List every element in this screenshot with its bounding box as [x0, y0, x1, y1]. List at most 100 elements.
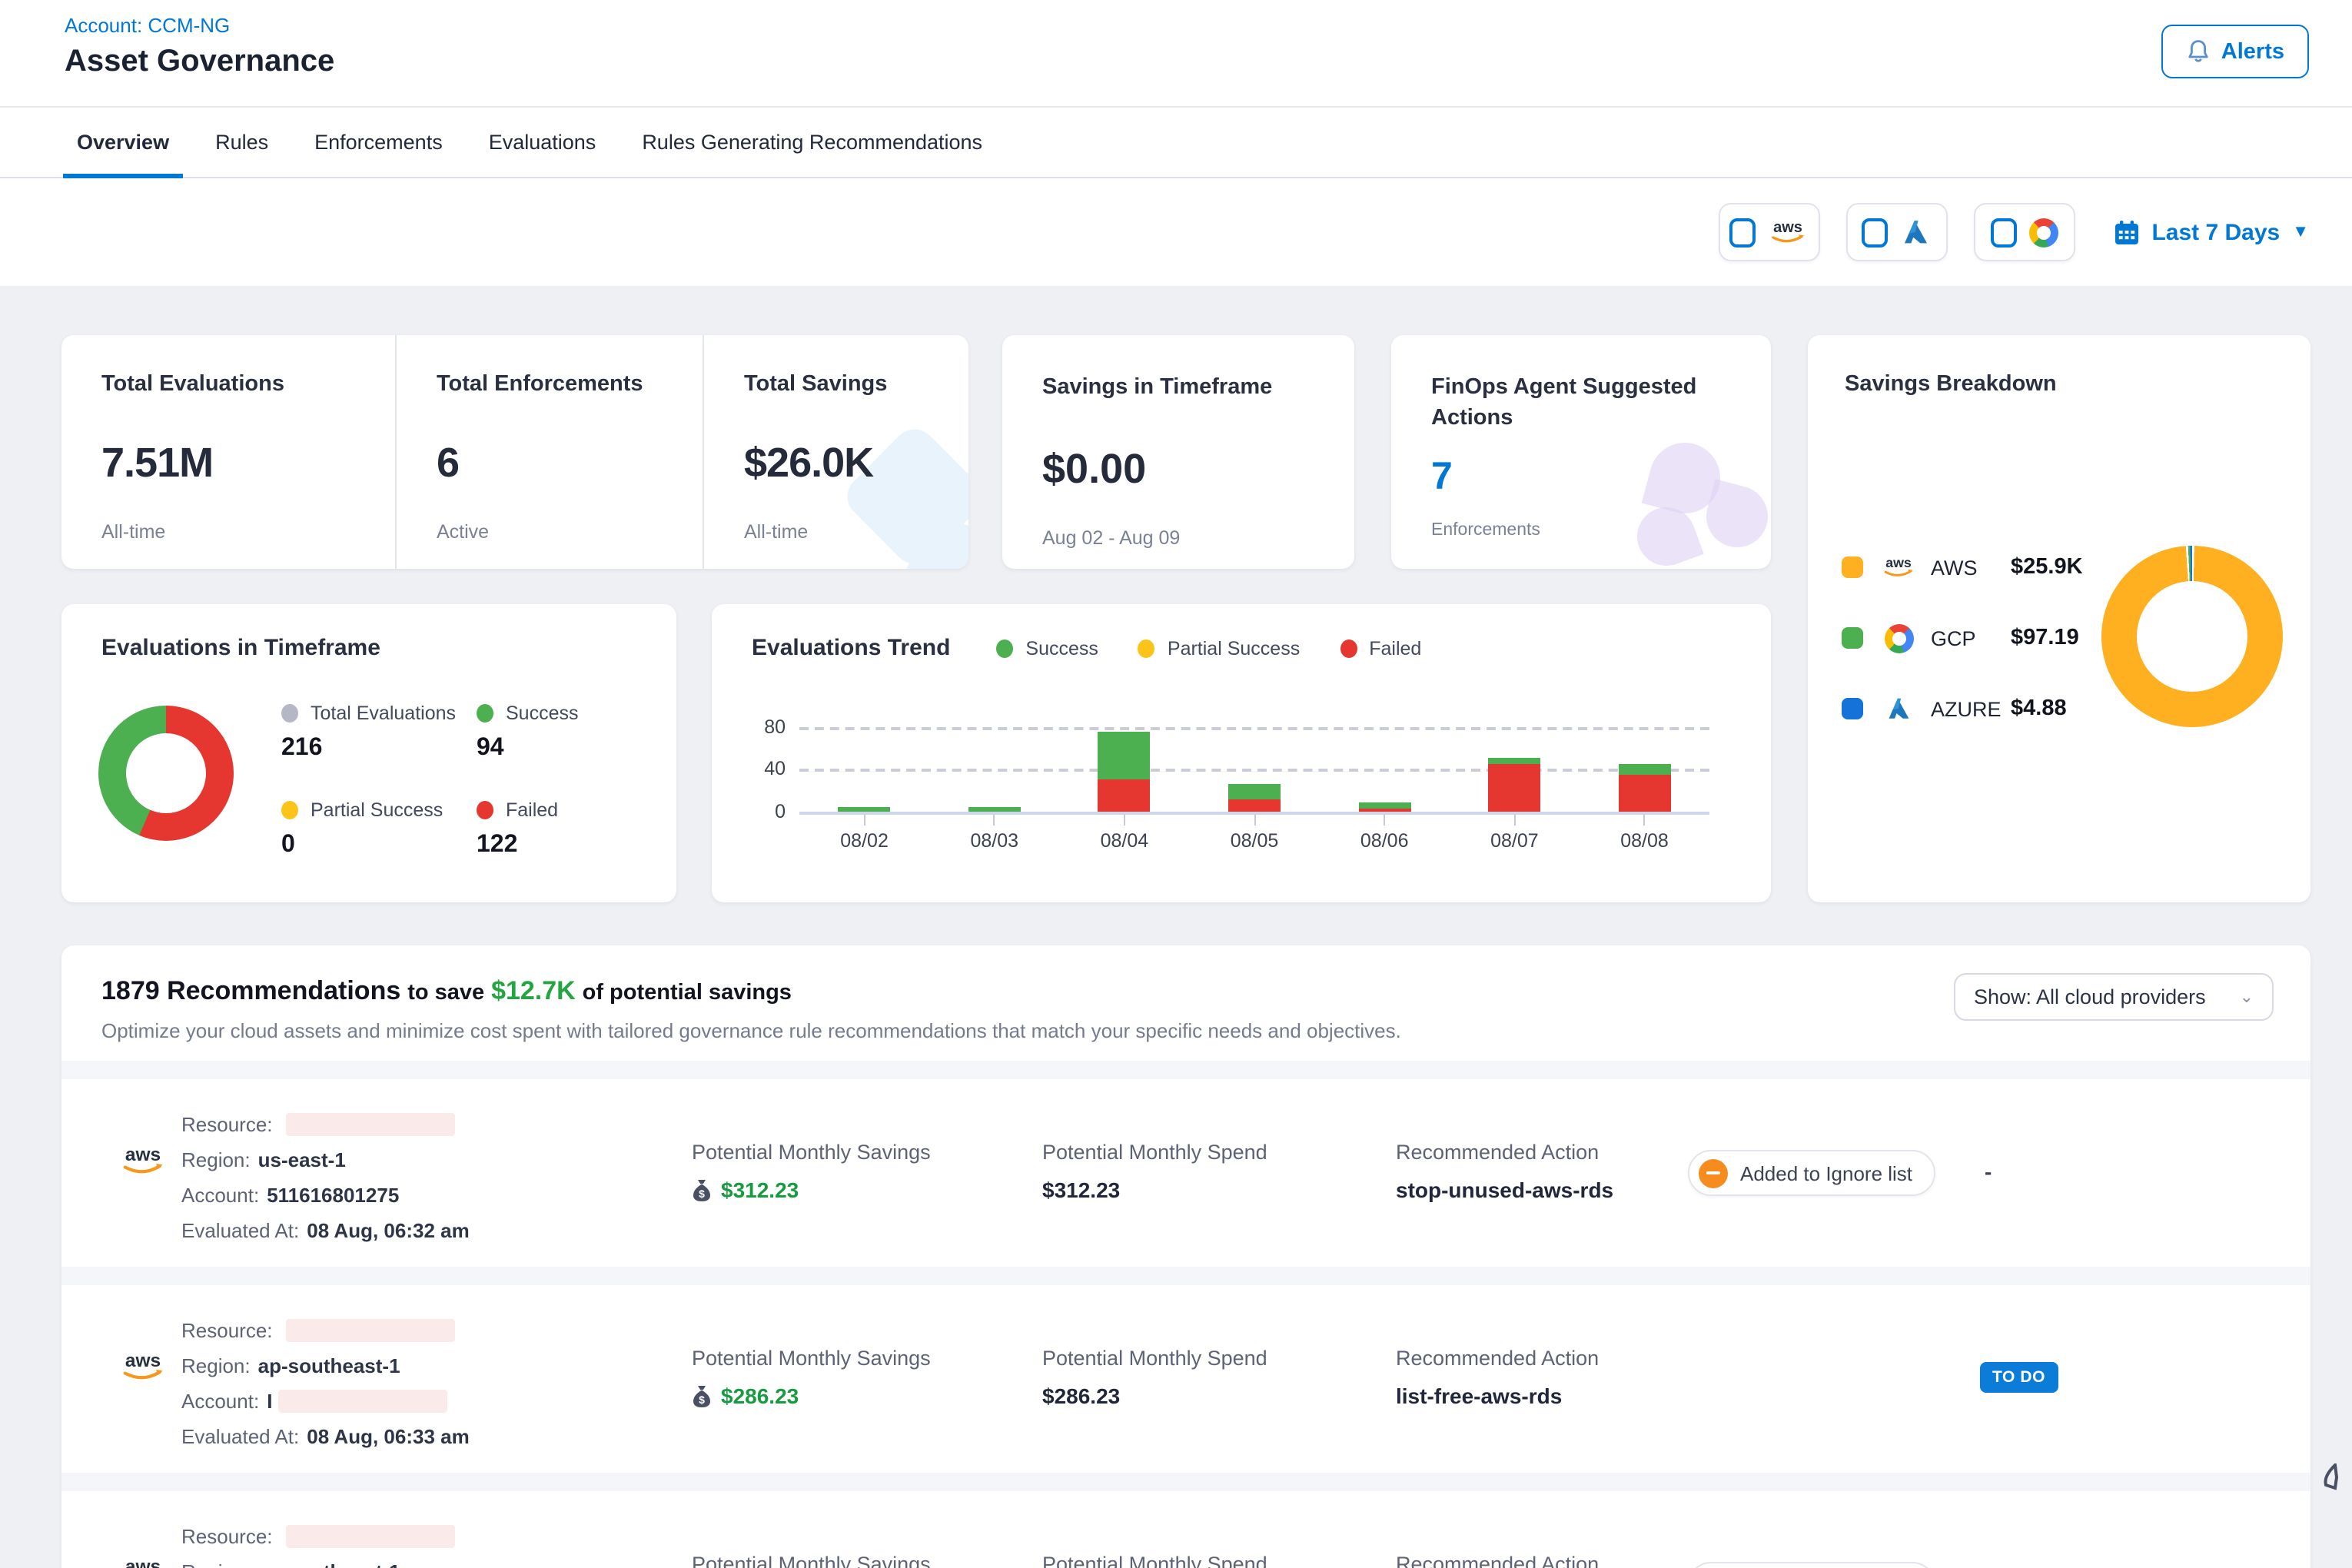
chevron-down-icon: ⌄: [2240, 987, 2254, 1007]
legend-total-evaluations: Total Evaluations 216: [281, 703, 456, 762]
page-title: Asset Governance: [65, 45, 334, 80]
legend-dot: [477, 801, 493, 819]
bar-segment-success: [839, 806, 891, 812]
evaluated-at-value: 08 Aug, 06:32 am: [307, 1219, 469, 1242]
savings-breakdown-card: Savings Breakdown aws AWS $25.9K GCP: [1808, 335, 2310, 902]
action-value: stop-unused-aws-rds: [1396, 1178, 1613, 1202]
tab-rules-generating-recommendations[interactable]: Rules Generating Recommendations: [642, 108, 982, 177]
bar-segment-failed: [1488, 765, 1540, 812]
money-bag-icon: $: [692, 1384, 712, 1407]
card-title: Evaluations in Timeframe: [61, 604, 676, 661]
recommended-action: Recommended Action stop-unused-aws-rds: [1396, 1553, 1613, 1568]
tab-evaluations[interactable]: Evaluations: [489, 108, 596, 177]
svg-text:aws: aws: [125, 1556, 161, 1568]
recommendations-card: 1879 Recommendations to save $12.7K of p…: [61, 945, 2310, 1568]
card-title: Savings Breakdown: [1808, 335, 2310, 397]
aws-logo-icon: aws: [117, 1144, 169, 1178]
legend-value: 122: [477, 832, 558, 859]
spend-value: $312.23: [1042, 1178, 1267, 1202]
alerts-label: Alerts: [2221, 39, 2284, 64]
recommendations-count: 1879 Recommendations: [101, 976, 400, 1005]
date-range-picker[interactable]: Last 7 Days ▼: [2113, 219, 2309, 245]
provider-amount: $4.88: [2011, 696, 2067, 721]
calendar-icon: [2113, 219, 2139, 245]
recommendation-row[interactable]: aws Resource: Region:ap-southeast-1 Acco…: [61, 1491, 2310, 1568]
legend-dot: [1138, 639, 1155, 657]
ignore-status-pill[interactable]: Added to Ignore list: [1688, 1562, 1935, 1568]
gcp-logo-icon: [1879, 623, 1918, 653]
aws-filter-card[interactable]: aws: [1718, 203, 1819, 261]
potential-monthly-spend: Potential Monthly Spend $286.23: [1042, 1553, 1267, 1568]
tab-bar: Overview Rules Enforcements Evaluations …: [0, 108, 2352, 178]
legend-value: 94: [477, 735, 579, 762]
gcp-filter-card[interactable]: [1973, 203, 2075, 261]
legend-dot: [281, 801, 298, 819]
dashboard-content: Total Evaluations 7.51M All-time Total E…: [0, 286, 2352, 1568]
savings-breakdown-donut-chart: [2101, 546, 2283, 727]
region-value: ap-southeast-1: [258, 1354, 400, 1377]
savings-breakdown-legend: aws AWS $25.9K GCP $97.19: [1842, 544, 2083, 756]
legend-item-gcp: GCP $97.19: [1842, 615, 2083, 661]
bar-segment-failed: [1619, 775, 1671, 812]
asset-governance-page: Account: CCM-NG Asset Governance Alerts …: [0, 0, 2352, 1568]
cursor-icon: [2321, 1463, 2343, 1497]
resource-details: Resource: Region:ap-southeast-1 Account:…: [181, 1313, 470, 1454]
redacted-resource: [287, 1319, 456, 1342]
ignore-status-pill[interactable]: Added to Ignore list: [1688, 1150, 1935, 1196]
savings-timeframe-value: $0.00: [1042, 446, 1354, 493]
recommendation-row[interactable]: aws Resource: Region:ap-southeast-1 Acco…: [61, 1285, 2310, 1473]
stat-value: 6: [437, 440, 703, 487]
status-label: Added to Ignore list: [1740, 1161, 1912, 1184]
alerts-button[interactable]: Alerts: [2161, 25, 2309, 78]
y-axis-tick: 80: [733, 716, 786, 738]
recommendation-row[interactable]: aws Resource: Region:us-east-1 Account:5…: [61, 1079, 2310, 1267]
trend-bar-column: [1450, 719, 1580, 812]
evaluated-at-value: 08 Aug, 06:33 am: [307, 1425, 469, 1448]
redacted-account: [278, 1390, 447, 1413]
legend-value: 0: [281, 832, 443, 859]
bell-icon: [2186, 38, 2211, 65]
evaluations-timeframe-card: Evaluations in Timeframe Total Evaluatio…: [61, 604, 676, 902]
recommendations-suffix: of potential savings: [583, 981, 792, 1005]
tab-overview[interactable]: Overview: [77, 108, 169, 177]
stat-caption: All-time: [744, 521, 968, 543]
tab-enforcements[interactable]: Enforcements: [314, 108, 443, 177]
x-axis-label: 08/03: [929, 815, 1059, 852]
potential-monthly-savings: Potential Monthly Savings $$286.23: [692, 1553, 931, 1568]
azure-filter-card[interactable]: [1845, 203, 1947, 261]
provider-amount: $97.19: [2011, 626, 2079, 650]
stat-title: Total Savings: [744, 372, 968, 397]
account-link[interactable]: Account: CCM-NG: [65, 14, 230, 37]
cloud-provider-filter-dropdown[interactable]: Show: All cloud providers ⌄: [1954, 973, 2274, 1021]
recommended-action: Recommended Action list-free-aws-rds: [1396, 1347, 1599, 1408]
aws-logo-icon: aws: [117, 1556, 169, 1568]
gcp-logo-icon: [2028, 218, 2058, 247]
legend-dot: [477, 704, 493, 723]
chevron-down-icon: ▼: [2292, 223, 2309, 241]
gcp-checkbox[interactable]: [1990, 218, 2016, 247]
recommendations-amount: $12.7K: [491, 976, 576, 1005]
todo-status-badge[interactable]: TO DO: [1980, 1362, 2058, 1393]
stat-value: 7.51M: [101, 440, 395, 487]
aws-checkbox[interactable]: [1729, 218, 1756, 247]
tab-rules[interactable]: Rules: [215, 108, 268, 177]
legend-failed: Failed 122: [477, 799, 558, 859]
azure-checkbox[interactable]: [1862, 218, 1888, 247]
aws-color-swatch: [1842, 556, 1863, 578]
finops-caption: Enforcements: [1431, 521, 1771, 540]
spend-value: $286.23: [1042, 1384, 1267, 1408]
legend-item-aws: aws AWS $25.9K: [1842, 544, 2083, 590]
x-axis-label: 08/05: [1189, 815, 1319, 852]
gcp-color-swatch: [1842, 627, 1863, 649]
trend-bar-column: [1059, 719, 1189, 812]
bar-segment-failed: [1228, 799, 1281, 812]
savings-timeframe-card: Savings in Timeframe $0.00 Aug 02 - Aug …: [1002, 335, 1354, 569]
date-range-label: Last 7 Days: [2151, 219, 2280, 245]
stat-total-savings: Total Savings $26.0K All-time: [704, 335, 968, 569]
aws-logo-icon: aws: [1879, 555, 1918, 580]
resource-details: Resource: Region:us-east-1 Account:51161…: [181, 1107, 470, 1248]
legend-item-azure: AZURE $4.88: [1842, 686, 2083, 732]
y-axis-tick: 0: [733, 801, 786, 822]
legend-dot: [1340, 639, 1357, 657]
stat-caption: All-time: [101, 521, 395, 543]
